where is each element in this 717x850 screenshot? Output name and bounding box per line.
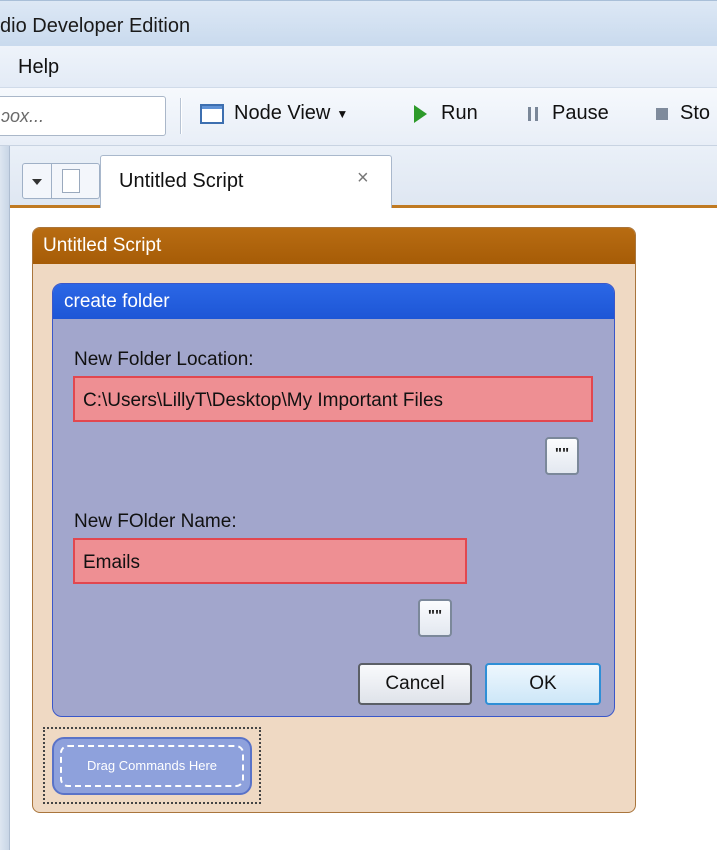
- toolbar-separator: [180, 98, 182, 134]
- drag-commands-hint: Drag Commands Here: [86, 758, 218, 773]
- pause-label: Pause: [552, 102, 609, 124]
- command-header: create folder: [53, 284, 614, 319]
- dropdown-arrow-icon: [32, 179, 42, 185]
- command-title: create folder: [64, 291, 170, 312]
- location-quote-button[interactable]: "": [545, 437, 579, 475]
- folder-location-field[interactable]: C:\Users\LillyT\Desktop\My Important Fil…: [73, 376, 593, 422]
- close-icon[interactable]: ×: [357, 167, 369, 190]
- menu-item-help[interactable]: Help: [18, 56, 59, 79]
- cancel-button[interactable]: Cancel: [358, 663, 472, 705]
- drag-commands-drop-zone[interactable]: Drag Commands Here: [52, 737, 252, 795]
- folder-name-field[interactable]: Emails: [73, 538, 467, 584]
- folder-location-label: New Folder Location:: [74, 349, 254, 370]
- left-panel-edge: [0, 146, 10, 850]
- window-icon: [200, 103, 224, 124]
- run-button[interactable]: Run: [414, 102, 478, 130]
- document-icon: [62, 169, 80, 193]
- ok-button[interactable]: OK: [485, 663, 601, 705]
- pause-button[interactable]: Pause: [528, 102, 609, 130]
- search-placeholder: ɔox...: [1, 106, 45, 126]
- tab-untitled-script[interactable]: Untitled Script ×: [100, 155, 392, 208]
- chevron-down-icon: ▼: [336, 106, 349, 121]
- stop-label: Sto: [680, 102, 711, 124]
- node-view-label: Node View: [234, 102, 331, 124]
- stop-button[interactable]: Sto: [656, 102, 710, 130]
- tab-label: Untitled Script: [119, 170, 244, 192]
- title-bar: dio Developer Edition: [0, 0, 717, 46]
- folder-name-label: New FOlder Name:: [74, 511, 237, 532]
- run-label: Run: [441, 102, 478, 124]
- tab-list-dropdown[interactable]: [22, 163, 52, 199]
- script-title: Untitled Script: [43, 235, 162, 256]
- pause-icon: [528, 106, 538, 121]
- toolbar: ɔox... Node View ▼ Run Pause Sto: [0, 88, 717, 146]
- play-icon: [414, 104, 427, 123]
- menu-bar: Help: [0, 46, 717, 88]
- stop-icon: [656, 107, 668, 120]
- script-header: Untitled Script: [33, 228, 635, 264]
- new-tab-button[interactable]: [52, 163, 100, 199]
- window-title: dio Developer Edition: [0, 15, 191, 37]
- search-input[interactable]: ɔox...: [0, 96, 166, 136]
- name-quote-button[interactable]: "": [418, 599, 452, 637]
- node-view-button[interactable]: Node View ▼: [200, 102, 348, 130]
